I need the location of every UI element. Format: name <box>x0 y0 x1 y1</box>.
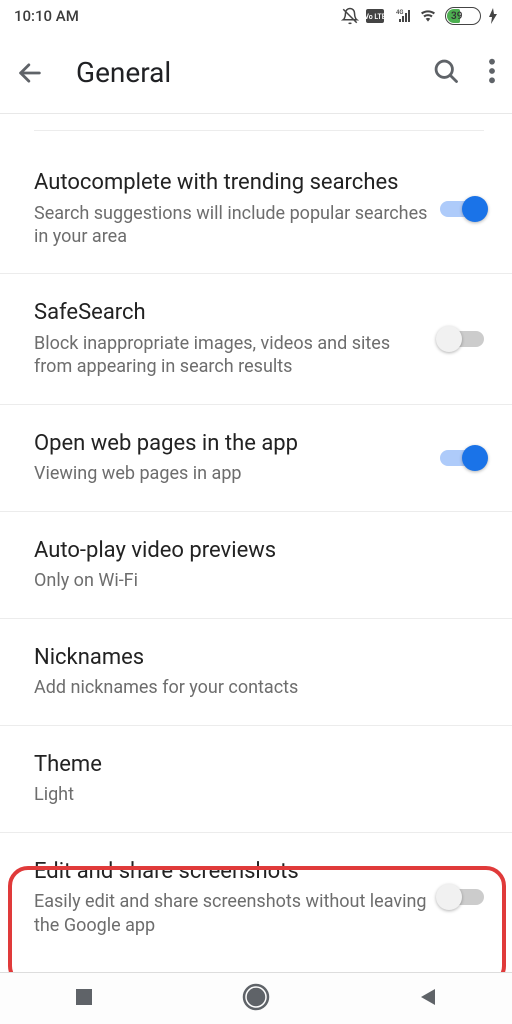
search-button[interactable] <box>432 57 460 89</box>
setting-safesearch[interactable]: SafeSearch Block inappropriate images, v… <box>0 274 512 404</box>
toggle-switch[interactable] <box>440 201 484 217</box>
setting-title: Theme <box>34 751 474 780</box>
setting-edit-screenshots[interactable]: Edit and share screenshots Easily edit a… <box>0 833 512 962</box>
more-vert-icon <box>488 57 496 85</box>
setting-subtitle: Light <box>34 783 474 806</box>
svg-text:Vo LTE: Vo LTE <box>366 13 384 21</box>
search-icon <box>432 57 460 85</box>
back-button[interactable] <box>16 59 60 87</box>
app-bar: General <box>0 32 512 114</box>
setting-title: Nicknames <box>34 644 474 673</box>
recents-button[interactable] <box>73 986 95 1012</box>
status-bar: 10:10 AM Vo LTE 4G 39 <box>0 0 512 32</box>
circle-icon <box>241 982 271 1012</box>
wifi-icon <box>418 8 438 24</box>
setting-open-web-pages[interactable]: Open web pages in the app Viewing web pa… <box>0 405 512 512</box>
setting-theme[interactable]: Theme Light <box>0 726 512 833</box>
arrow-back-icon <box>16 59 44 87</box>
status-icons: Vo LTE 4G 39 <box>341 7 498 25</box>
setting-title: Open web pages in the app <box>34 430 430 459</box>
setting-subtitle: Add nicknames for your contacts <box>34 676 474 699</box>
setting-subtitle: Viewing web pages in app <box>34 462 430 485</box>
page-title: General <box>60 56 432 89</box>
toggle-switch[interactable] <box>440 889 484 905</box>
setting-autoplay-previews[interactable]: Auto-play video previews Only on Wi-Fi <box>0 512 512 619</box>
triangle-back-icon <box>417 986 439 1008</box>
toggle-switch[interactable] <box>440 450 484 466</box>
setting-title: Autocomplete with trending searches <box>34 169 430 198</box>
setting-nicknames[interactable]: Nicknames Add nicknames for your contact… <box>0 619 512 726</box>
navigation-bar <box>0 972 512 1024</box>
setting-title: Auto-play video previews <box>34 537 474 566</box>
setting-subtitle: Block inappropriate images, videos and s… <box>34 332 430 379</box>
svg-text:4G: 4G <box>396 9 404 16</box>
clock: 10:10 AM <box>14 7 79 25</box>
battery-icon: 39 <box>445 7 481 25</box>
setting-subtitle: Only on Wi-Fi <box>34 569 474 592</box>
charging-icon <box>488 8 498 24</box>
setting-title: Edit and share screenshots <box>34 858 430 887</box>
square-icon <box>73 986 95 1008</box>
volte-icon: Vo LTE <box>366 9 384 23</box>
back-nav-button[interactable] <box>417 986 439 1012</box>
home-button[interactable] <box>241 982 271 1016</box>
setting-title: SafeSearch <box>34 299 430 328</box>
dnd-icon <box>341 7 359 25</box>
setting-subtitle: Search suggestions will include popular … <box>34 202 430 249</box>
settings-list: Autocomplete with trending searches Sear… <box>0 131 512 962</box>
signal-icon: 4G <box>391 8 411 24</box>
overflow-menu-button[interactable] <box>488 57 496 89</box>
setting-subtitle: Easily edit and share screenshots withou… <box>34 890 430 937</box>
setting-autocomplete[interactable]: Autocomplete with trending searches Sear… <box>0 131 512 274</box>
toggle-switch[interactable] <box>440 331 484 347</box>
